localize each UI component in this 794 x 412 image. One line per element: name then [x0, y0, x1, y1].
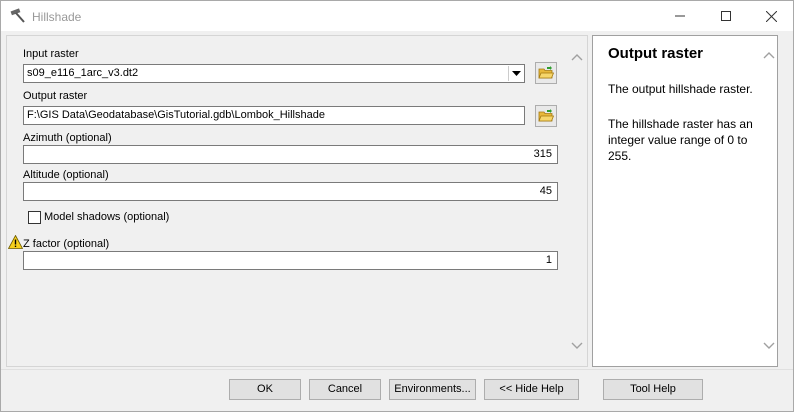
maximize-icon	[721, 11, 731, 21]
window-title: Hillshade	[32, 10, 82, 24]
help-title: Output raster	[608, 45, 704, 62]
model-shadows-checkbox[interactable]	[28, 211, 41, 224]
scroll-down-icon[interactable]	[763, 341, 775, 351]
z-factor-input[interactable]: 1	[23, 251, 558, 270]
azimuth-input[interactable]: 315	[23, 145, 558, 164]
help-paragraph-2: The hillshade raster has an integer valu…	[608, 117, 753, 163]
help-panel: Output raster The output hillshade raste…	[592, 35, 778, 367]
chevron-down-icon[interactable]	[508, 66, 523, 81]
help-paragraph-1: The output hillshade raster.	[608, 82, 753, 96]
maximize-button[interactable]	[703, 1, 749, 31]
warning-icon	[7, 234, 24, 252]
folder-open-icon	[538, 66, 554, 79]
minimize-button[interactable]	[657, 1, 703, 31]
title-bar: Hillshade	[1, 1, 793, 31]
z-factor-label: Z factor (optional)	[23, 238, 110, 250]
scroll-up-icon[interactable]	[763, 50, 775, 60]
output-raster-browse-button[interactable]	[535, 105, 557, 127]
input-raster-value: s09_e116_1arc_v3.dt2	[27, 67, 139, 79]
hillshade-dialog: Hillshade Input raster s09_e116_1arc_v3.…	[0, 0, 794, 412]
environments-button[interactable]: Environments...	[389, 379, 476, 400]
folder-open-icon	[538, 109, 554, 122]
close-button[interactable]	[748, 1, 794, 31]
output-raster-label: Output raster	[23, 90, 88, 102]
altitude-input[interactable]: 45	[23, 182, 558, 201]
button-bar: OK Cancel Environments... << Hide Help T…	[1, 369, 793, 411]
input-raster-label: Input raster	[23, 48, 79, 60]
hammer-icon	[9, 8, 27, 24]
cancel-button[interactable]: Cancel	[309, 379, 381, 400]
parameters-panel: Input raster s09_e116_1arc_v3.dt2 Output…	[6, 35, 588, 367]
hide-help-button[interactable]: << Hide Help	[484, 379, 579, 400]
altitude-label: Altitude (optional)	[23, 169, 109, 181]
model-shadows-label: Model shadows (optional)	[44, 211, 170, 223]
scroll-up-icon[interactable]	[571, 52, 583, 62]
output-raster-input[interactable]: F:\GIS Data\Geodatabase\GisTutorial.gdb\…	[23, 106, 525, 125]
tool-help-button[interactable]: Tool Help	[603, 379, 703, 400]
azimuth-label: Azimuth (optional)	[23, 132, 112, 144]
input-raster-dropdown[interactable]: s09_e116_1arc_v3.dt2	[23, 64, 525, 83]
minimize-icon	[675, 15, 685, 17]
close-icon	[765, 10, 777, 22]
scroll-down-icon[interactable]	[571, 341, 583, 351]
input-raster-browse-button[interactable]	[535, 62, 557, 84]
help-scrollbar[interactable]	[760, 36, 777, 366]
ok-button[interactable]: OK	[229, 379, 301, 400]
